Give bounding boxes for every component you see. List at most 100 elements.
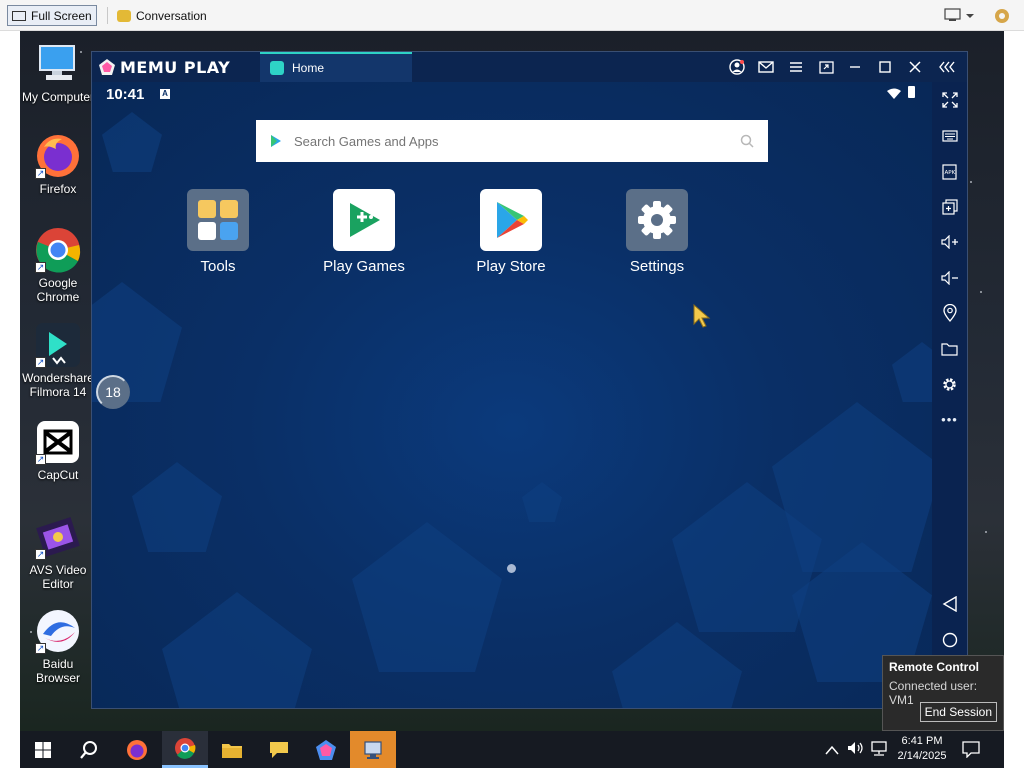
tab-home-label: Home [292, 61, 325, 75]
app-play-store[interactable]: Play Store [451, 189, 571, 275]
desktop-icon-my-computer[interactable]: My Computer [20, 41, 96, 104]
memu-logo: MEMU PLAY [98, 57, 230, 77]
start-button[interactable] [20, 731, 66, 768]
settings-gear-icon [626, 189, 688, 251]
conversation-button[interactable]: Conversation [113, 5, 211, 26]
full-screen-icon [12, 10, 26, 21]
app-tools[interactable]: Tools [158, 189, 278, 275]
tray-overflow-button[interactable] [825, 742, 839, 760]
shortcut-arrow-icon: ↗ [35, 357, 46, 368]
desktop-icon-capcut[interactable]: ↗ CapCut [20, 419, 96, 482]
taskbar-memu[interactable] [303, 731, 349, 768]
action-center-button[interactable] [962, 741, 980, 763]
desktop-icon-firefox[interactable]: ↗ Firefox [20, 133, 96, 196]
notification-a-icon: A [160, 89, 170, 99]
taskbar-search-button[interactable] [66, 731, 112, 768]
chat-bubble-icon [270, 741, 288, 758]
remote-desktop-icon [364, 740, 382, 759]
page-indicator-dot [507, 564, 516, 573]
desktop-icon-label: Google Chrome [36, 276, 80, 304]
desktop-icon-avs-video-editor[interactable]: ↗ AVS Video Editor [20, 514, 96, 591]
play-store-icon [480, 189, 542, 251]
app-label: Play Games [323, 258, 405, 275]
mouse-cursor-icon [693, 304, 711, 328]
play-store-small-icon [271, 135, 281, 147]
display-select-button[interactable] [944, 7, 974, 24]
taskbar-remote-viewer[interactable] [350, 731, 396, 768]
app-label: Play Store [476, 258, 546, 275]
tab-home[interactable]: Home [260, 52, 412, 82]
full-screen-button[interactable]: Full Screen [7, 5, 97, 26]
desktop-icon-baidu-browser[interactable]: ↗ Baidu Browser [20, 608, 96, 685]
shared-folder-button[interactable] [940, 339, 959, 358]
firefox-icon: ↗ [35, 133, 81, 179]
app-play-games[interactable]: Play Games [304, 189, 424, 275]
android-back-button[interactable] [940, 594, 959, 613]
maximize-button[interactable] [876, 58, 894, 76]
android-home-button[interactable] [940, 630, 959, 649]
emulator-settings-button[interactable] [940, 375, 959, 394]
desktop-icon-label: CapCut [37, 468, 79, 482]
menu-button[interactable] [787, 58, 805, 76]
more-options-button[interactable]: ••• [940, 410, 959, 429]
desktop-icon-label: Wondershare Filmora 14 [22, 371, 94, 399]
keyboard-mapping-button[interactable] [940, 126, 959, 145]
taskbar-conversation[interactable] [256, 731, 302, 768]
notification-icon [962, 741, 980, 759]
volume-down-button[interactable] [940, 268, 959, 287]
shortcut-arrow-icon: ↗ [35, 454, 46, 465]
triple-chevron-left-icon [939, 61, 955, 73]
gear-icon [943, 378, 956, 391]
search-icon[interactable] [740, 134, 754, 148]
chat-bubble-icon [117, 9, 131, 22]
avs-icon: ↗ [35, 514, 81, 560]
gear-people-icon [995, 9, 1009, 23]
end-session-button[interactable]: End Session [919, 702, 997, 722]
tray-network-button[interactable] [871, 741, 889, 762]
taskbar-chrome[interactable] [162, 731, 208, 768]
tray-clock[interactable]: 6:41 PM 2/14/2025 [892, 734, 952, 764]
baidu-icon: ↗ [35, 608, 81, 654]
settings-toolbar-button[interactable] [993, 7, 1011, 25]
desktop-icon-google-chrome[interactable]: ↗ Google Chrome [20, 227, 96, 304]
taskbar-file-explorer[interactable] [209, 731, 255, 768]
search-bar[interactable] [256, 120, 768, 162]
folder-icon [222, 743, 242, 758]
tools-icon [187, 189, 249, 251]
home-tab-icon [270, 61, 284, 75]
collapse-sidebar-button[interactable] [939, 58, 957, 76]
network-icon [871, 741, 887, 756]
close-button[interactable] [906, 58, 924, 76]
hamburger-menu-icon [790, 62, 802, 72]
remote-desktop: My Computer ↗ Firefox ↗ Google Chrome ↗ … [20, 31, 1004, 731]
volume-up-button[interactable] [940, 232, 959, 251]
clock-date: 2/14/2025 [897, 750, 947, 762]
remote-viewer-toolbar: Full Screen Conversation [0, 0, 1024, 31]
volume-down-icon [940, 270, 958, 285]
minimize-button[interactable] [846, 58, 864, 76]
fit-window-button[interactable] [817, 58, 835, 76]
volume-up-icon [940, 234, 958, 249]
mail-button[interactable] [757, 58, 775, 76]
memu-logo-icon [99, 59, 115, 75]
speaker-icon [848, 742, 863, 754]
android-screen: 10:41 A Tools [92, 82, 932, 708]
memu-right-toolbar: APK ••• [932, 82, 967, 708]
memu-title-bar: MEMU PLAY Home [92, 52, 967, 82]
tray-volume-button[interactable] [847, 741, 865, 760]
account-button[interactable] [728, 58, 746, 76]
location-button[interactable] [940, 303, 959, 322]
keyboard-icon [941, 129, 958, 142]
search-input[interactable] [294, 133, 740, 149]
multi-instance-button[interactable] [940, 197, 959, 216]
clock-time: 6:41 PM [901, 735, 943, 747]
close-icon [909, 61, 921, 73]
svg-text:APK: APK [945, 170, 956, 176]
play-games-icon [333, 189, 395, 251]
install-apk-button[interactable]: APK [940, 162, 959, 181]
desktop-icon-filmora[interactable]: ↗ Wondershare Filmora 14 [20, 322, 96, 399]
app-settings[interactable]: Settings [597, 189, 717, 275]
fullscreen-toggle-button[interactable] [940, 90, 959, 109]
taskbar-firefox[interactable] [114, 731, 160, 768]
memu-window: MEMU PLAY Home 10:41 A Search Games and … [91, 51, 968, 709]
